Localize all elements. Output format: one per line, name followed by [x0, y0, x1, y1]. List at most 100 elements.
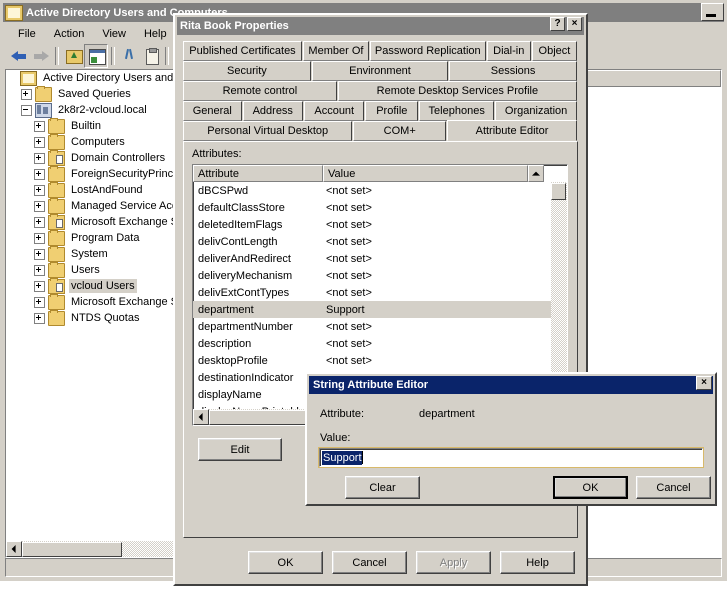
attribute-row[interactable]: defaultClassStore <not set> — [193, 199, 567, 216]
tree-item[interactable]: Managed Service Accounts — [6, 197, 192, 214]
cut-button[interactable] — [118, 45, 140, 67]
expand-icon[interactable] — [34, 168, 45, 180]
string-attribute-editor-dialog: String Attribute Editor × Attribute: dep… — [305, 372, 717, 506]
tree-item[interactable]: 2k8r2-vcloud.local — [6, 102, 192, 118]
tree-item[interactable]: Program Data — [6, 229, 192, 246]
tree-item[interactable]: System — [6, 245, 192, 262]
scrollbar-thumb[interactable] — [22, 541, 122, 557]
screen: Active Directory Users and Computers Fil… — [0, 0, 727, 590]
edit-button[interactable]: Edit — [198, 438, 282, 461]
tab-security[interactable]: Security — [183, 61, 311, 81]
scroll-up-button[interactable] — [528, 165, 544, 182]
tree-item[interactable]: Saved Queries — [6, 85, 192, 102]
tab-profile[interactable]: Profile — [365, 101, 419, 121]
expand-icon[interactable] — [21, 88, 32, 100]
expand-icon[interactable] — [34, 312, 45, 324]
tab-environment[interactable]: Environment — [311, 61, 449, 81]
column-header-value[interactable]: Value — [323, 165, 528, 182]
attribute-value: <not set> — [326, 218, 372, 231]
ok-button[interactable]: OK — [553, 476, 628, 499]
attribute-row[interactable]: desktopProfile <not set> — [193, 352, 567, 369]
console-icon — [5, 4, 23, 21]
expand-icon[interactable] — [34, 184, 45, 196]
clear-button[interactable]: Clear — [345, 476, 420, 499]
tree-item[interactable]: LostAndFound — [6, 181, 192, 198]
attribute-row[interactable]: deliverAndRedirect <not set> — [193, 250, 567, 267]
value-label: Value: — [320, 432, 351, 444]
tree-item[interactable]: Builtin — [6, 117, 192, 134]
help-button[interactable]: Help — [500, 551, 575, 574]
expand-icon[interactable] — [34, 136, 45, 148]
expand-icon[interactable] — [34, 152, 45, 164]
expand-icon[interactable] — [34, 216, 45, 228]
tab-remote-control[interactable]: Remote control — [183, 81, 337, 101]
up-one-level-button[interactable] — [62, 45, 84, 67]
tree-item[interactable]: Microsoft Exchange System Objects — [6, 293, 192, 310]
tab-address[interactable]: Address — [242, 101, 303, 121]
expand-icon[interactable] — [34, 232, 45, 244]
menu-item-view[interactable]: View — [93, 26, 135, 42]
tab-account[interactable]: Account — [304, 101, 365, 121]
cancel-button[interactable]: Cancel — [332, 551, 407, 574]
menu-item-file[interactable]: File — [9, 26, 45, 42]
tab-personal-virtual-desktop[interactable]: Personal Virtual Desktop — [183, 121, 353, 141]
console-tree[interactable]: Active Directory Users and Computers Save… — [6, 70, 192, 541]
tab-com[interactable]: COM+ — [353, 121, 446, 141]
tab-password-replication[interactable]: Password Replication — [369, 41, 486, 61]
expand-icon[interactable] — [34, 280, 45, 292]
tree-horizontal-scrollbar[interactable] — [6, 541, 192, 557]
attribute-row[interactable]: dBCSPwd <not set> — [193, 182, 567, 199]
attribute-row[interactable]: deliveryMechanism <not set> — [193, 267, 567, 284]
tree-item[interactable]: NTDS Quotas — [6, 309, 192, 326]
scroll-left-button[interactable] — [6, 541, 22, 557]
tree-item[interactable]: Computers — [6, 133, 192, 150]
tree-item[interactable]: ForeignSecurityPrincipals — [6, 165, 192, 182]
expand-icon[interactable] — [34, 296, 45, 308]
tree-item[interactable]: Active Directory Users and Computers — [6, 70, 192, 86]
tree-item[interactable]: Domain Controllers — [6, 149, 192, 166]
value-input[interactable]: Support — [318, 447, 704, 468]
menu-item-action[interactable]: Action — [45, 26, 94, 42]
tab-general[interactable]: General — [183, 101, 242, 121]
expand-icon[interactable] — [34, 264, 45, 276]
minimize-button[interactable] — [701, 3, 724, 21]
back-button[interactable] — [8, 45, 30, 67]
attribute-row[interactable]: delivExtContTypes <not set> — [193, 284, 567, 301]
expand-icon[interactable] — [34, 120, 45, 132]
column-header-attribute[interactable]: Attribute — [193, 165, 323, 182]
tab-dial-in[interactable]: Dial-in — [486, 41, 531, 61]
attribute-row[interactable]: delivContLength <not set> — [193, 233, 567, 250]
properties-button[interactable] — [84, 44, 108, 68]
close-icon[interactable]: × — [696, 376, 712, 390]
expand-icon[interactable] — [34, 200, 45, 212]
attributes-label: Attributes: — [192, 148, 242, 160]
attribute-value: <not set> — [326, 320, 372, 333]
tab-organization[interactable]: Organization — [495, 101, 578, 121]
copy-button[interactable] — [140, 45, 162, 67]
close-icon[interactable]: × — [567, 17, 582, 31]
attribute-row[interactable]: departmentNumber <not set> — [193, 318, 567, 335]
scroll-left-button[interactable] — [193, 409, 209, 425]
expand-icon[interactable] — [34, 248, 45, 260]
cancel-button[interactable]: Cancel — [636, 476, 711, 499]
tab-remote-desktop-services-profile[interactable]: Remote Desktop Services Profile — [337, 81, 577, 101]
tab-published-certificates[interactable]: Published Certificates — [183, 41, 302, 61]
tab-telephones[interactable]: Telephones — [419, 101, 495, 121]
collapse-icon[interactable] — [21, 104, 32, 116]
attribute-row[interactable]: department Support — [193, 301, 567, 318]
help-button[interactable]: ? — [550, 17, 565, 31]
tab-member-of[interactable]: Member Of — [303, 41, 369, 61]
tree-item[interactable]: vcloud Users — [6, 277, 192, 294]
forward-button[interactable] — [30, 45, 52, 67]
attribute-row[interactable]: deletedItemFlags <not set> — [193, 216, 567, 233]
attribute-row[interactable]: description <not set> — [193, 335, 567, 352]
ok-button[interactable]: OK — [248, 551, 323, 574]
tree-item[interactable]: Users — [6, 261, 192, 278]
tab-object[interactable]: Object — [531, 41, 577, 61]
attribute-name: deletedItemFlags — [198, 218, 283, 231]
tab-sessions[interactable]: Sessions — [449, 61, 577, 81]
menu-item-help[interactable]: Help — [135, 26, 176, 42]
tab-attribute-editor[interactable]: Attribute Editor — [446, 120, 578, 141]
scrollbar-thumb[interactable] — [551, 183, 566, 200]
tree-item[interactable]: Microsoft Exchange Security Groups — [6, 213, 192, 230]
